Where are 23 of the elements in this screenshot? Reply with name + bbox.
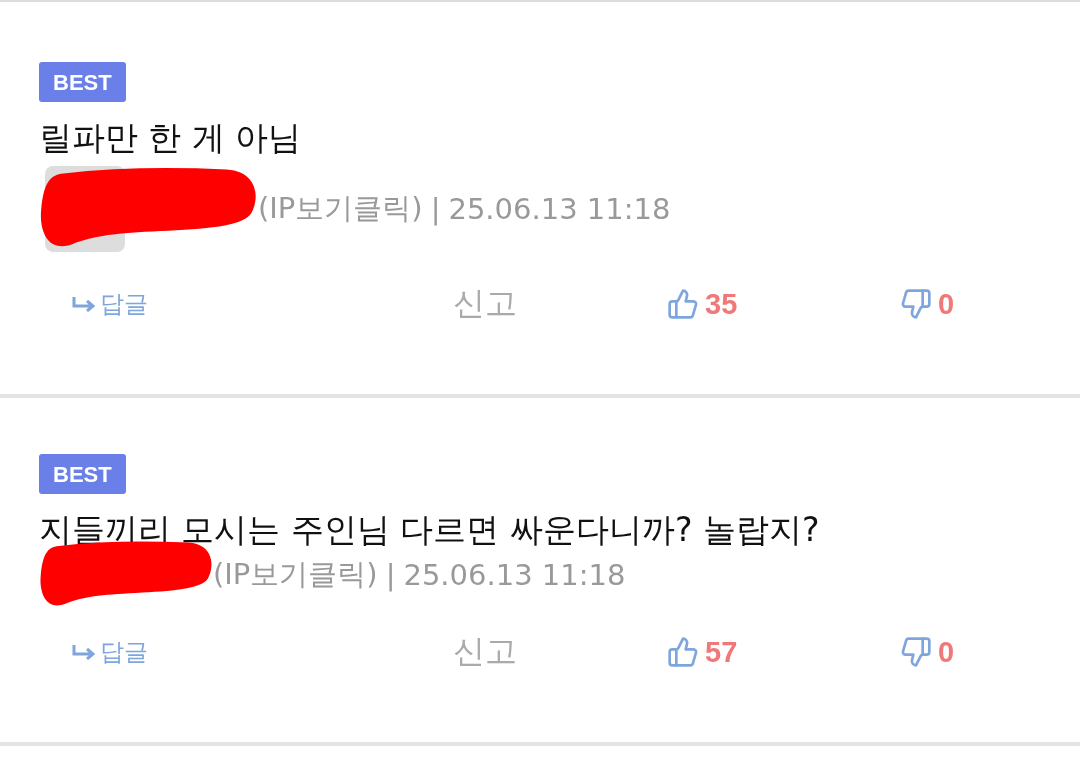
dislike-count: 0 <box>938 635 955 669</box>
dislike-count: 0 <box>938 287 955 321</box>
reply-link[interactable]: 답글 <box>72 636 453 668</box>
best-badge: BEST <box>39 454 126 494</box>
reply-link[interactable]: 답글 <box>72 288 453 320</box>
separator: | <box>430 192 441 226</box>
report-link[interactable]: 신고 <box>453 284 517 322</box>
thumbs-up-icon[interactable] <box>667 288 699 320</box>
comment-date: 25.06.13 11:18 <box>448 192 671 226</box>
separator: | <box>385 558 396 592</box>
thumbs-down-icon[interactable] <box>900 636 932 668</box>
comment-date: 25.06.13 11:18 <box>403 558 626 592</box>
like-count: 57 <box>705 635 738 669</box>
best-badge: BEST <box>39 62 126 102</box>
comment-text: 릴파만 한 게 아님 <box>39 117 303 159</box>
thumbs-up-icon[interactable] <box>667 636 699 668</box>
ip-link[interactable]: (IP보기클릭) <box>258 189 423 229</box>
like-count: 35 <box>705 287 738 321</box>
thumbs-down-icon[interactable] <box>900 288 932 320</box>
reply-arrow-icon <box>72 296 98 312</box>
ip-link[interactable]: (IP보기클릭) <box>213 555 378 595</box>
reply-arrow-icon <box>72 644 98 660</box>
report-link[interactable]: 신고 <box>453 632 517 670</box>
